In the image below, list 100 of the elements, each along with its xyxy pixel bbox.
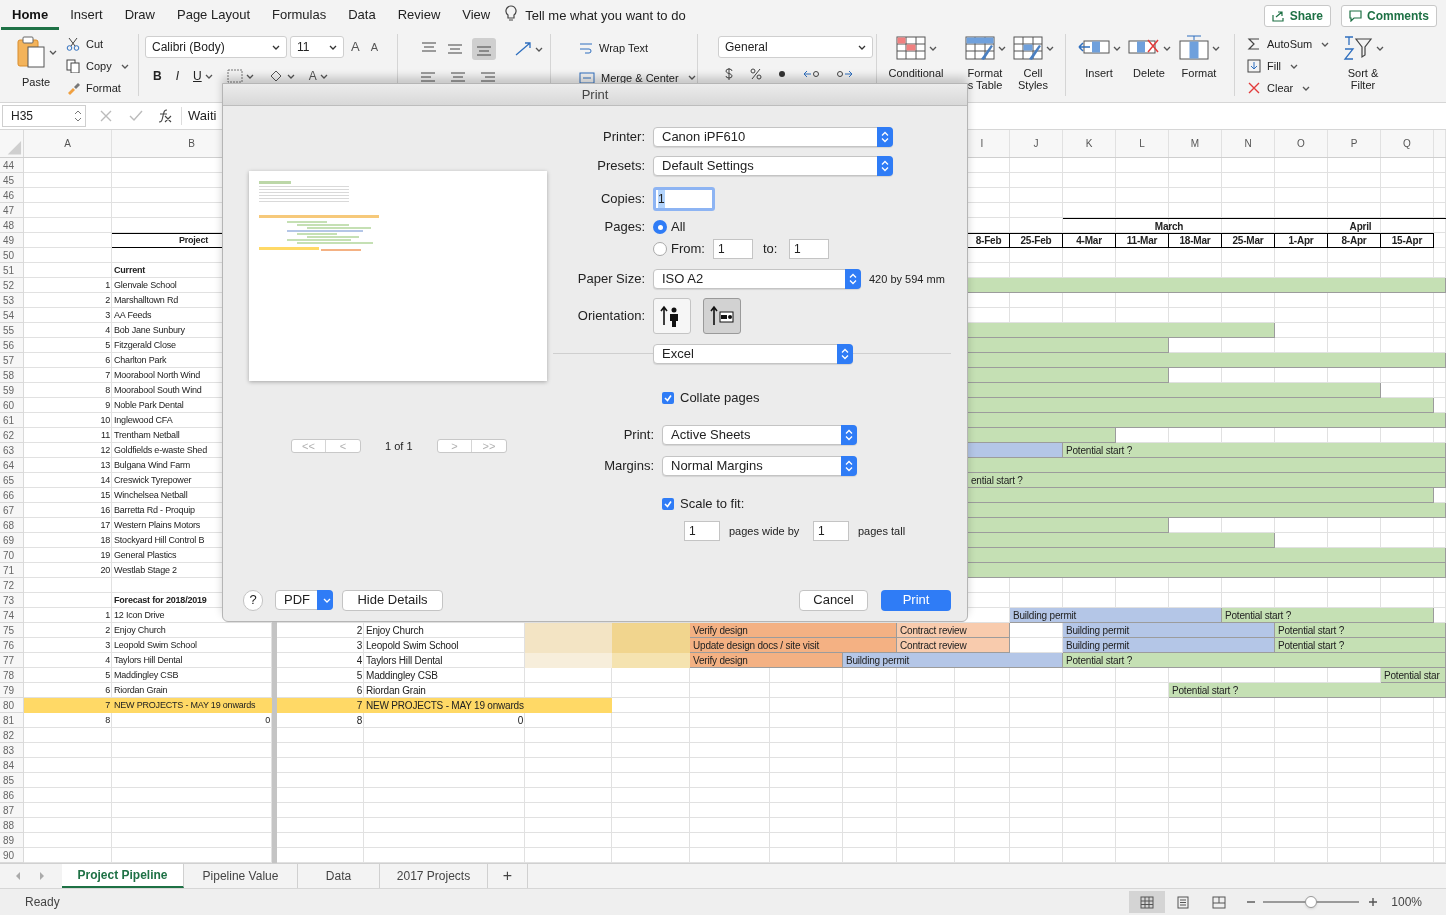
shrink-font-button[interactable]: A — [370, 38, 378, 56]
pages-wide-field[interactable]: 1 — [684, 521, 720, 541]
zoom-in-icon[interactable] — [1369, 898, 1378, 906]
italic-button[interactable]: I — [175, 67, 179, 85]
column-header[interactable]: P — [1328, 130, 1380, 157]
row-header[interactable]: 64 — [0, 458, 24, 473]
row-header[interactable]: 88 — [0, 818, 24, 833]
row-header[interactable]: 71 — [0, 563, 24, 578]
row-header[interactable]: 84 — [0, 758, 24, 773]
align-bottom-button[interactable] — [472, 38, 496, 60]
increase-decimal-icon[interactable] — [802, 68, 820, 80]
row-header[interactable]: 51 — [0, 263, 24, 278]
row-header[interactable]: 83 — [0, 743, 24, 758]
print-button[interactable]: Print — [881, 589, 951, 611]
align-middle-icon[interactable] — [446, 41, 464, 57]
sheet-tab[interactable]: Project Pipeline — [62, 864, 184, 888]
align-center-icon[interactable] — [450, 72, 466, 82]
share-button[interactable]: Share — [1263, 5, 1331, 27]
row-header[interactable]: 63 — [0, 443, 24, 458]
copy-button[interactable]: Copy — [66, 56, 138, 76]
column-header[interactable]: L — [1116, 130, 1168, 157]
checkmark-icon[interactable] — [129, 110, 143, 122]
row-header[interactable]: 73 — [0, 593, 24, 608]
zoom-level[interactable]: 100% — [1391, 893, 1422, 911]
align-right-icon[interactable] — [480, 72, 496, 82]
insert-cells-button[interactable]: Insert — [1076, 30, 1122, 79]
comments-button[interactable]: Comments — [1341, 5, 1437, 27]
from-page-field[interactable]: 1 — [713, 239, 753, 259]
row-header[interactable]: 49 — [0, 233, 24, 248]
font-size-dropdown[interactable]: 11 — [290, 36, 344, 58]
row-header[interactable]: 74 — [0, 608, 24, 623]
row-header[interactable]: 66 — [0, 488, 24, 503]
column-header[interactable]: K — [1063, 130, 1115, 157]
format-painter-button[interactable]: Format — [66, 78, 138, 98]
row-header[interactable]: 57 — [0, 353, 24, 368]
hide-details-button[interactable]: Hide Details — [342, 589, 443, 611]
to-page-field[interactable]: 1 — [789, 239, 829, 259]
slider-thumb[interactable] — [1305, 896, 1318, 908]
merge-center-button[interactable]: Merge & Center — [579, 69, 697, 86]
pdf-menu-button[interactable]: PDF — [275, 590, 333, 610]
row-header[interactable]: 80 — [0, 698, 24, 713]
borders-button[interactable] — [226, 69, 254, 83]
sort-filter-button[interactable]: Sort & Filter — [1337, 30, 1389, 91]
row-header[interactable]: 53 — [0, 293, 24, 308]
row-header[interactable]: 46 — [0, 188, 24, 203]
zoom-out-icon[interactable] — [1247, 898, 1256, 906]
column-header[interactable]: A — [24, 130, 111, 157]
bold-button[interactable]: B — [153, 67, 162, 85]
decrease-decimal-icon[interactable] — [836, 68, 854, 80]
fill-button[interactable]: Fill — [1247, 56, 1335, 76]
row-header[interactable]: 56 — [0, 338, 24, 353]
column-header[interactable]: M — [1169, 130, 1221, 157]
row-header[interactable]: 79 — [0, 683, 24, 698]
radio-button[interactable] — [653, 242, 667, 256]
menu-tab[interactable]: Review — [386, 2, 452, 30]
margins-dropdown[interactable]: Normal Margins — [662, 456, 857, 476]
number-format-dropdown[interactable]: General — [718, 36, 873, 58]
row-header[interactable]: 50 — [0, 248, 24, 263]
row-header[interactable]: 87 — [0, 803, 24, 818]
row-header[interactable]: 45 — [0, 173, 24, 188]
row-header[interactable]: 81 — [0, 713, 24, 728]
autosum-button[interactable]: AutoSum — [1247, 34, 1335, 54]
cancel-icon[interactable] — [100, 110, 112, 122]
row-header[interactable]: 70 — [0, 548, 24, 563]
landscape-orientation-button[interactable] — [703, 298, 741, 334]
presets-dropdown[interactable]: Default Settings — [653, 156, 893, 176]
conditional-formatting-button[interactable]: Conditional — [887, 30, 945, 79]
paste-button[interactable]: Paste — [12, 30, 60, 91]
row-header[interactable]: 75 — [0, 623, 24, 638]
copies-field[interactable]: 1 — [653, 187, 715, 211]
view-button[interactable] — [1129, 891, 1166, 913]
row-header[interactable]: 72 — [0, 578, 24, 593]
zoom-slider[interactable] — [1263, 896, 1360, 908]
column-header[interactable]: O — [1275, 130, 1327, 157]
align-left-icon[interactable] — [420, 72, 436, 82]
row-header[interactable]: 47 — [0, 203, 24, 218]
menu-tab[interactable]: Insert — [59, 2, 114, 30]
menu-tab[interactable]: Formulas — [261, 2, 338, 30]
row-header[interactable]: 44 — [0, 158, 24, 173]
font-name-dropdown[interactable]: Calibri (Body) — [145, 36, 287, 58]
cancel-button[interactable]: Cancel — [799, 589, 868, 611]
paper-size-dropdown[interactable]: ISO A2 — [653, 269, 861, 289]
scroll-left-icon[interactable] — [14, 871, 22, 881]
menu-tab[interactable]: Draw — [113, 2, 166, 30]
search-hint[interactable]: Tell me what you want to do — [525, 2, 686, 30]
menu-tab[interactable]: Page Layout — [166, 2, 261, 30]
menu-tab[interactable]: View — [451, 2, 502, 30]
help-button[interactable]: ? — [243, 589, 263, 611]
row-header[interactable]: 54 — [0, 308, 24, 323]
row-header[interactable]: 48 — [0, 218, 24, 233]
currency-icon[interactable] — [724, 67, 734, 81]
format-cells-button[interactable]: Format — [1176, 30, 1222, 79]
row-header[interactable]: 69 — [0, 533, 24, 548]
row-header[interactable]: 77 — [0, 653, 24, 668]
row-header[interactable]: 62 — [0, 428, 24, 443]
column-header[interactable]: N — [1222, 130, 1274, 157]
checkbox[interactable] — [662, 498, 674, 510]
pages-tall-field[interactable]: 1 — [813, 521, 849, 541]
row-header[interactable]: 67 — [0, 503, 24, 518]
section-dropdown[interactable]: Excel — [653, 344, 853, 364]
